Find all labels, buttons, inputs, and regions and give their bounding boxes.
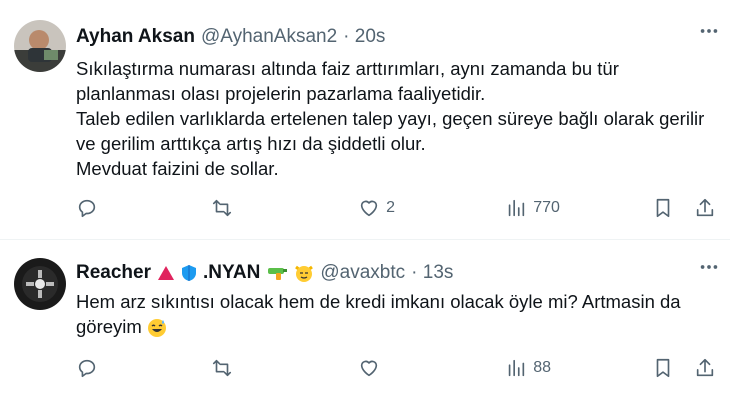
like-button[interactable]: 2 [358, 197, 505, 219]
views-button[interactable]: 770 [505, 197, 652, 219]
tweet-header: Reacher .NYAN @avaxbtc · 13s [76, 262, 453, 284]
tweet-line: Mevduat faizini de sollar. [76, 158, 279, 179]
more-icon[interactable] [698, 256, 720, 284]
share-icon [696, 198, 714, 217]
views-icon [508, 359, 525, 377]
shield-icon [181, 264, 197, 282]
author-name[interactable]: Ayhan Aksan [76, 26, 195, 48]
smirk-cat-emoji-icon [294, 263, 314, 283]
water-gun-icon [266, 264, 288, 282]
bookmark-icon [656, 198, 670, 218]
retweet-icon [213, 359, 232, 377]
tweet[interactable]: Ayhan Aksan @AyhanAksan2 · 20s Sıkılaştı… [0, 0, 730, 240]
share-button[interactable] [694, 357, 716, 379]
reply-button[interactable] [76, 357, 211, 379]
tweet-line: Taleb edilen varlıklarda ertelenen talep… [76, 108, 705, 154]
action-bar: 2 770 [76, 197, 716, 219]
reply-button[interactable] [76, 197, 211, 219]
sweat-smile-emoji-icon [147, 318, 167, 338]
bookmark-icon [656, 358, 670, 378]
retweet-icon [213, 199, 232, 217]
heart-icon [361, 200, 378, 217]
author-name-suffix[interactable]: .NYAN [203, 262, 260, 284]
more-icon[interactable] [698, 20, 720, 48]
bookmark-button[interactable] [652, 357, 694, 379]
avatar[interactable] [14, 20, 66, 72]
timestamp[interactable]: · 20s [343, 26, 385, 48]
bookmark-button[interactable] [652, 197, 694, 219]
author-name[interactable]: Reacher [76, 262, 151, 284]
action-bar: 88 [76, 357, 716, 379]
heart-icon [361, 360, 378, 377]
view-count: 88 [533, 359, 552, 376]
tweet[interactable]: Reacher .NYAN @avaxbtc · 13s Hem arz sık… [0, 240, 730, 420]
author-handle[interactable]: @avaxbtc [320, 262, 405, 284]
avatar[interactable] [14, 258, 66, 310]
tweet-text: Hem arz sıkıntısı olacak hem de kredi im… [76, 289, 714, 339]
share-button[interactable] [694, 197, 716, 219]
reply-icon [78, 359, 96, 378]
tweet-line: Sıkılaştırma numarası altında faiz arttı… [76, 58, 619, 104]
retweet-button[interactable] [211, 197, 358, 219]
views-button[interactable]: 88 [505, 357, 652, 379]
reply-icon [78, 199, 96, 218]
tweet-header: Ayhan Aksan @AyhanAksan2 · 20s [76, 26, 385, 48]
timestamp[interactable]: · 13s [411, 262, 453, 284]
like-count: 2 [386, 199, 396, 216]
retweet-button[interactable] [211, 357, 358, 379]
like-button[interactable] [358, 357, 505, 379]
tweet-text: Sıkılaştırma numarası altında faiz arttı… [76, 56, 714, 181]
author-handle[interactable]: @AyhanAksan2 [201, 26, 337, 48]
share-icon [696, 358, 714, 377]
view-count: 770 [533, 199, 560, 216]
triangle-icon [157, 265, 175, 281]
views-icon [508, 199, 525, 217]
tweet-line: Hem arz sıkıntısı olacak hem de kredi im… [76, 289, 714, 339]
